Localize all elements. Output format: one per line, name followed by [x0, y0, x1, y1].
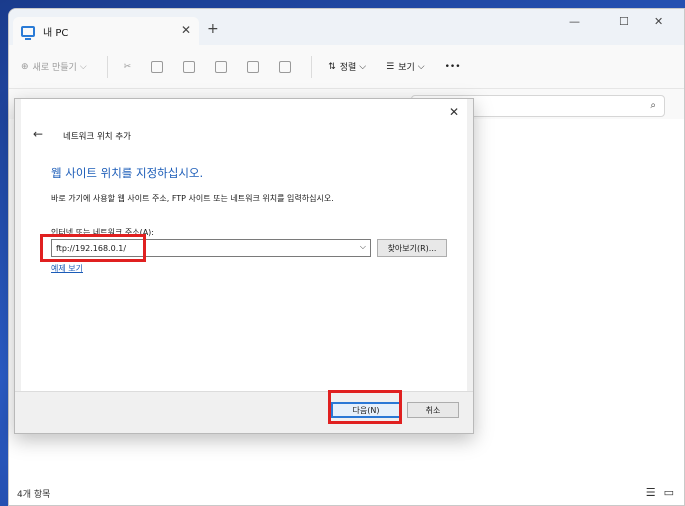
chevron-down-icon[interactable]: ⌵: [360, 242, 366, 252]
sort-button[interactable]: ⇅ 정렬 ⌵: [328, 60, 367, 74]
toolbar-divider: [311, 55, 313, 78]
trash-icon: [279, 60, 292, 73]
next-highlight-box: [328, 390, 402, 424]
status-bar: 4개 항목 ☰ ▭: [9, 481, 684, 505]
chevron-down-icon: ⌵: [359, 61, 367, 72]
add-network-location-dialog: ✕ ← 네트워크 위치 추가 웹 사이트 위치를 지정하십시오. 바로 가기에 …: [14, 98, 474, 434]
new-label: 새로 만들기: [32, 63, 77, 73]
dialog-title: 네트워크 위치 추가: [63, 132, 131, 142]
item-count: 4개 항목: [17, 489, 51, 500]
view-icon: ☰: [386, 61, 395, 72]
clipboard-icon: [183, 60, 196, 73]
rename-icon: [215, 60, 228, 73]
share-button[interactable]: [247, 60, 260, 73]
paste-button[interactable]: [183, 60, 196, 73]
more-options-button[interactable]: •••: [445, 62, 461, 72]
cut-button[interactable]: ✂: [124, 62, 132, 72]
browse-button[interactable]: 찾아보기(R)...: [377, 239, 447, 257]
minimize-button[interactable]: —: [569, 15, 580, 28]
add-circle-icon: ⊕: [21, 61, 29, 72]
view-label: 보기: [398, 63, 415, 73]
new-tab-button[interactable]: +: [207, 21, 219, 37]
dialog-close-icon[interactable]: ✕: [449, 105, 459, 119]
share-icon: [247, 60, 260, 73]
details-view-icon[interactable]: ☰: [646, 486, 656, 499]
new-button[interactable]: ⊕ 새로 만들기 ⌵: [21, 60, 87, 74]
chevron-down-icon: ⌵: [417, 61, 425, 72]
rename-button[interactable]: [215, 60, 228, 73]
close-window-button[interactable]: ✕: [654, 15, 663, 28]
title-bar: 내 PC ✕ + — ☐ ✕: [9, 9, 684, 45]
cancel-button[interactable]: 취소: [407, 402, 459, 418]
dialog-footer: 다음(N) 취소: [15, 391, 473, 433]
tiles-view-icon[interactable]: ▭: [664, 486, 674, 499]
scissors-icon: ✂: [123, 61, 132, 72]
tab-my-pc[interactable]: 내 PC ✕: [13, 17, 199, 45]
search-icon: ⌕: [650, 100, 656, 111]
sort-label: 정렬: [339, 63, 357, 73]
computer-icon: [21, 25, 35, 40]
sort-icon: ⇅: [328, 61, 336, 72]
chevron-down-icon: ⌵: [79, 61, 87, 72]
view-button[interactable]: ☰ 보기 ⌵: [386, 60, 425, 74]
back-arrow-icon[interactable]: ←: [33, 127, 43, 141]
dialog-heading: 웹 사이트 위치를 지정하십시오.: [51, 166, 204, 180]
delete-button[interactable]: [279, 60, 292, 73]
maximize-button[interactable]: ☐: [619, 15, 629, 28]
command-bar: ⊕ 새로 만들기 ⌵ ✂ ⇅ 정렬 ⌵ ☰ 보기 ⌵ •••: [9, 45, 684, 89]
copy-icon: [151, 60, 164, 73]
tab-label: 내 PC: [43, 27, 69, 39]
view-examples-link[interactable]: 예제 보기: [51, 263, 83, 274]
dialog-description: 바로 가기에 사용할 웹 사이트 주소, FTP 사이트 또는 네트워크 위치를…: [51, 194, 334, 203]
toolbar-divider: [106, 55, 108, 78]
address-highlight-box: [40, 234, 146, 262]
copy-button[interactable]: [151, 60, 164, 73]
tab-close-icon[interactable]: ✕: [181, 23, 191, 37]
